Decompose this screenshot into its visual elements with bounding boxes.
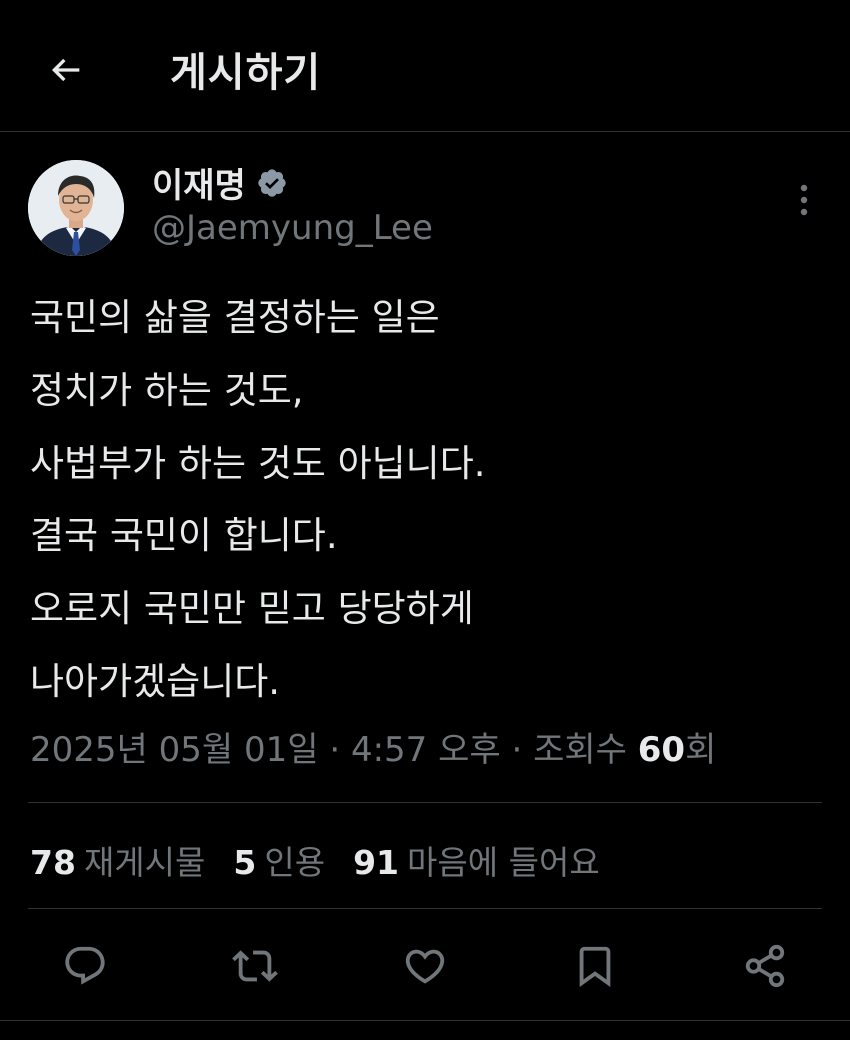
repost-button[interactable]: [231, 942, 279, 990]
engagement-stats: 78 재게시물 5 인용 91 마음에 들어요: [30, 836, 628, 884]
speech-bubble-icon: [62, 943, 108, 989]
bookmark-button[interactable]: [571, 942, 619, 990]
back-button[interactable]: [40, 44, 92, 96]
views-suffix: 회: [685, 730, 717, 770]
verified-badge-icon: [256, 167, 288, 199]
meta-separator: ·: [500, 730, 534, 770]
views-count: 60: [637, 730, 686, 770]
tweet-line: 결국 국민이 합니다.: [30, 514, 338, 558]
author-name[interactable]: 이재명: [152, 158, 246, 207]
likes-count: 91: [353, 843, 400, 882]
author-name-row[interactable]: 이재명: [152, 158, 288, 207]
likes-stat[interactable]: 91 마음에 들어요: [353, 836, 600, 884]
tweet-line: 오로지 국민만 믿고 당당하게: [30, 587, 474, 631]
page-title: 게시하기: [170, 50, 322, 96]
more-vertical-icon: [798, 182, 810, 218]
reposts-label: 재게시물: [83, 843, 206, 882]
meta-separator: ·: [318, 730, 351, 770]
quotes-stat[interactable]: 5 인용: [233, 836, 325, 884]
reply-button[interactable]: [61, 942, 109, 990]
top-bar: 게시하기: [0, 0, 850, 132]
tweet-line: 정치가 하는 것도,: [30, 368, 304, 412]
divider: [28, 802, 822, 803]
repost-arrows-icon: [232, 943, 278, 989]
tweet-meta: 2025년 05월 01일 · 4:57 오후 · 조회수 60회: [30, 722, 716, 771]
tweet-line: 국민의 삶을 결정하는 일은: [30, 296, 440, 339]
avatar-portrait: [28, 160, 124, 256]
avatar[interactable]: [28, 160, 124, 256]
author-handle[interactable]: @Jaemyung_Lee: [152, 208, 433, 248]
divider: [0, 1020, 850, 1021]
reposts-stat[interactable]: 78 재게시물: [30, 836, 205, 884]
tweet-text: 국민의 삶을 결정하는 일은 정치가 하는 것도, 사법부가 하는 것도 아닙니…: [30, 282, 820, 719]
share-nodes-icon: [742, 943, 788, 989]
quotes-count: 5: [233, 843, 257, 882]
more-options-button[interactable]: [786, 178, 822, 222]
arrow-left-icon: [46, 50, 86, 90]
likes-label: 마음에 들어요: [407, 843, 600, 882]
views-label: 조회수: [533, 730, 627, 770]
reposts-count: 78: [30, 843, 76, 882]
divider: [28, 908, 822, 909]
post-date[interactable]: 2025년 05월 01일: [30, 730, 319, 770]
action-bar: [0, 934, 850, 998]
post-time[interactable]: 4:57 오후: [351, 730, 501, 770]
like-button[interactable]: [401, 942, 449, 990]
tweet-line: 나아가겠습니다.: [30, 659, 281, 703]
tweet-line: 사법부가 하는 것도 아닙니다.: [30, 441, 486, 485]
bookmark-icon: [572, 943, 618, 989]
heart-icon: [402, 943, 448, 989]
share-button[interactable]: [741, 942, 789, 990]
quotes-label: 인용: [264, 843, 326, 882]
